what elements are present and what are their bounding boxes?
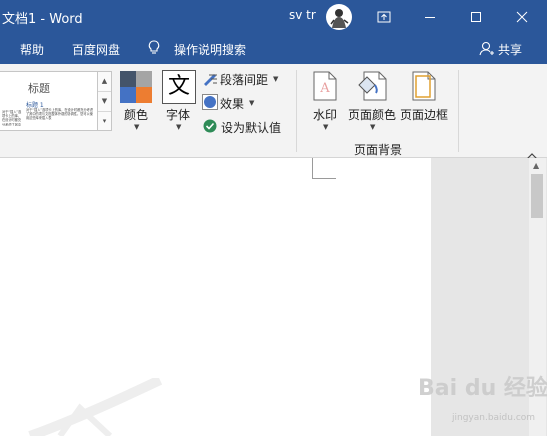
paragraph-spacing-icon[interactable] — [202, 71, 218, 90]
minimize-icon[interactable] — [407, 0, 453, 33]
page-color-button[interactable]: 页面颜色 — [348, 106, 396, 123]
fonts-dropdown-icon[interactable]: ▼ — [176, 123, 181, 131]
share-icon[interactable] — [479, 41, 495, 59]
effects-button[interactable]: 效果 — [220, 95, 244, 112]
tab-help[interactable]: 帮助 — [20, 41, 44, 58]
watermark-swoosh — [28, 378, 163, 436]
close-icon[interactable] — [499, 0, 545, 33]
baidu-watermark-url: jingyan.baidu.com — [452, 413, 536, 423]
colors-button[interactable]: 颜色 — [124, 106, 148, 123]
gallery-heading: 标题 — [28, 82, 50, 95]
gallery-scrollbar[interactable]: ▲ ▼ ▾ — [97, 71, 112, 131]
ribbon-group-divider — [296, 70, 297, 152]
maximize-icon[interactable] — [453, 0, 499, 33]
document-area: ▲ Bai du 经验 jingyan.baidu.com — [0, 158, 547, 436]
effects-icon[interactable] — [202, 94, 218, 114]
tab-baidu-netdisk[interactable]: 百度网盘 — [72, 41, 120, 58]
page-color-dropdown-icon[interactable]: ▼ — [370, 123, 375, 131]
gallery-body-left: 对于“插入”选项卡上的库，在设计时都充分考虑了其中的项与文档整体外观的协调性。您… — [2, 110, 22, 126]
effects-dropdown-icon[interactable]: ▼ — [249, 99, 254, 107]
gallery-down-icon[interactable]: ▼ — [98, 92, 111, 112]
paragraph-spacing-dropdown-icon[interactable]: ▼ — [273, 75, 278, 83]
watermark-button[interactable]: 水印 — [313, 106, 337, 123]
scroll-thumb[interactable] — [531, 174, 543, 218]
page-borders-icon[interactable] — [412, 71, 436, 105]
ribbon-display-options-icon[interactable] — [361, 0, 407, 33]
page-borders-button[interactable]: 页面边框 — [400, 106, 448, 123]
design-ribbon: 标题 标题 1 对于“插入”选项卡上的库，在设计时都充分考虑了其中的项与文档整体… — [0, 64, 547, 160]
document-page[interactable] — [0, 158, 431, 436]
user-name[interactable]: sv tr — [289, 8, 316, 22]
watermark-dropdown-icon[interactable]: ▼ — [323, 123, 328, 131]
colors-icon[interactable] — [120, 71, 152, 103]
ribbon-group-divider — [458, 70, 459, 152]
group-label-page-background: 页面背景 — [354, 143, 403, 157]
paragraph-spacing-button[interactable]: 段落间距 — [220, 71, 268, 88]
fonts-icon[interactable]: 文 — [162, 70, 196, 104]
set-as-default-button[interactable]: 设为默认值 — [221, 119, 281, 136]
baidu-watermark-text: Bai du 经验 — [418, 376, 547, 401]
margin-corner-mark — [312, 158, 336, 179]
fonts-button[interactable]: 字体 — [166, 106, 190, 123]
gallery-up-icon[interactable]: ▲ — [98, 72, 111, 92]
title-bar: 文档1 - Word sv tr — [0, 0, 547, 33]
checkmark-icon[interactable] — [203, 118, 217, 137]
watermark-icon[interactable]: A — [313, 71, 337, 105]
colors-dropdown-icon[interactable]: ▼ — [134, 123, 139, 131]
svg-text:A: A — [319, 81, 330, 96]
scroll-up-icon[interactable]: ▲ — [533, 161, 539, 170]
share-button[interactable]: 共享 — [498, 41, 522, 58]
avatar[interactable] — [326, 4, 352, 30]
gallery-body-text: 对于“插入”选项卡上的库，在设计时都充分考虑了其中的项与文档整体外观的协调性。您… — [26, 108, 94, 121]
page-color-icon[interactable] — [357, 71, 387, 105]
gallery-more-icon[interactable]: ▾ — [98, 112, 111, 131]
menu-bar: 帮助 百度网盘 操作说明搜索 共享 — [0, 33, 547, 64]
tell-me-search[interactable]: 操作说明搜索 — [174, 41, 246, 58]
document-title: 文档1 - Word — [2, 12, 83, 27]
lightbulb-icon[interactable] — [148, 40, 160, 59]
style-set-gallery[interactable]: 标题 标题 1 对于“插入”选项卡上的库，在设计时都充分考虑了其中的项与文档整体… — [0, 71, 99, 131]
